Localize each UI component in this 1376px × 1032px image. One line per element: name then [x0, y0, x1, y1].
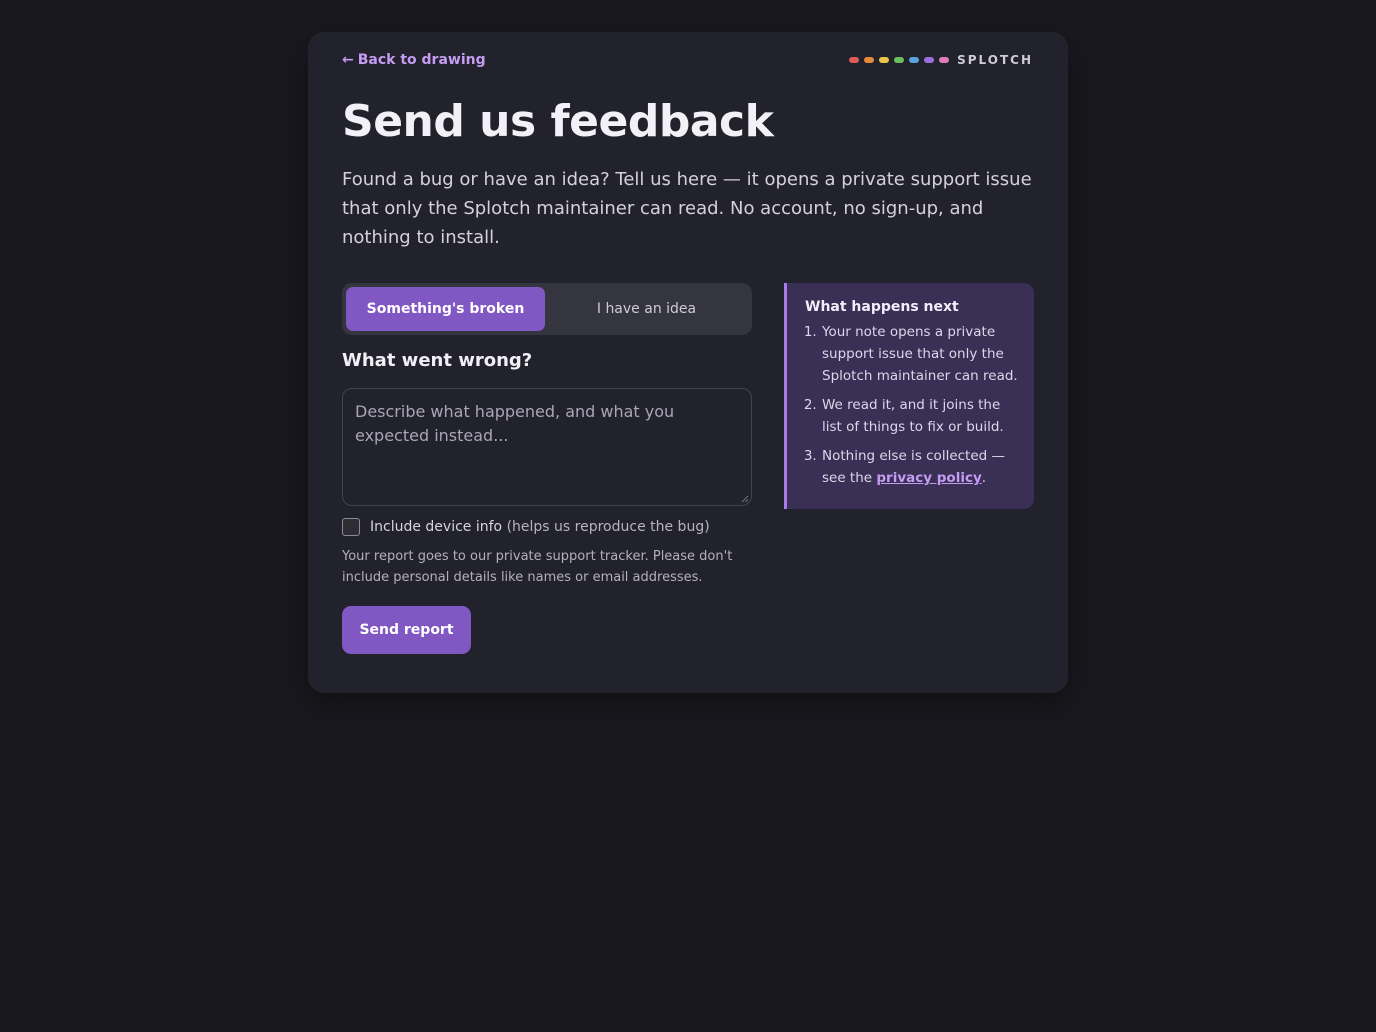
what-happens-next-panel: What happens next Your note opens a priv…	[784, 283, 1034, 509]
panel-title: What happens next	[805, 299, 959, 315]
question-label: What went wrong?	[342, 350, 533, 371]
device-info-option: Include device info (helps us reproduce …	[342, 518, 710, 536]
step-item: Nothing else is collected — see the priv…	[821, 445, 1018, 489]
intro-text: Found a bug or have an idea? Tell us her…	[342, 169, 1032, 248]
step-text-after: .	[981, 470, 987, 486]
tab-have-an-idea[interactable]: I have an idea	[545, 287, 748, 331]
color-dot	[939, 57, 950, 63]
feedback-textarea[interactable]: Describe what happened, and what you exp…	[342, 388, 752, 506]
feedback-type-toggle: Something's broken I have an idea	[342, 283, 752, 335]
textarea-placeholder: Describe what happened, and what you exp…	[355, 402, 675, 445]
step-text: We read it, and it joins the list of thi…	[822, 397, 1004, 435]
page-title: Send us feedback	[342, 96, 774, 147]
color-dot	[924, 57, 935, 63]
device-info-hint: (helps us reproduce the bug)	[506, 519, 710, 535]
send-report-button[interactable]: Send report	[342, 606, 471, 654]
step-item: Your note opens a private support issue …	[821, 321, 1018, 387]
color-dot	[909, 57, 920, 63]
step-item: We read it, and it joins the list of thi…	[821, 394, 1018, 438]
privacy-policy-link[interactable]: privacy policy	[876, 470, 981, 486]
color-dot	[849, 57, 860, 63]
back-link-label: Back to drawing	[357, 52, 486, 68]
color-dots-icon	[849, 57, 950, 63]
brand-name: SPLOTCH	[957, 53, 1033, 67]
brand-logo: SPLOTCH	[849, 53, 1033, 67]
device-info-label: Include device info	[370, 519, 503, 535]
top-bar: ← Back to drawing SPLOTCH	[342, 52, 1033, 72]
arrow-left-icon: ←	[342, 52, 354, 68]
tab-something-broken[interactable]: Something's broken	[346, 287, 545, 331]
color-dot	[864, 57, 875, 63]
feedback-card: ← Back to drawing SPLOTCH Send us feedba…	[308, 32, 1068, 693]
privacy-note: Your report goes to our private support …	[342, 549, 733, 585]
color-dot	[879, 57, 890, 63]
device-info-checkbox[interactable]	[342, 518, 360, 536]
color-dot	[894, 57, 905, 63]
resize-handle-icon[interactable]	[741, 495, 749, 503]
steps-list: Your note opens a private support issue …	[805, 321, 1018, 489]
back-to-drawing-link[interactable]: ← Back to drawing	[342, 52, 486, 68]
step-text: Your note opens a private support issue …	[822, 324, 1018, 384]
